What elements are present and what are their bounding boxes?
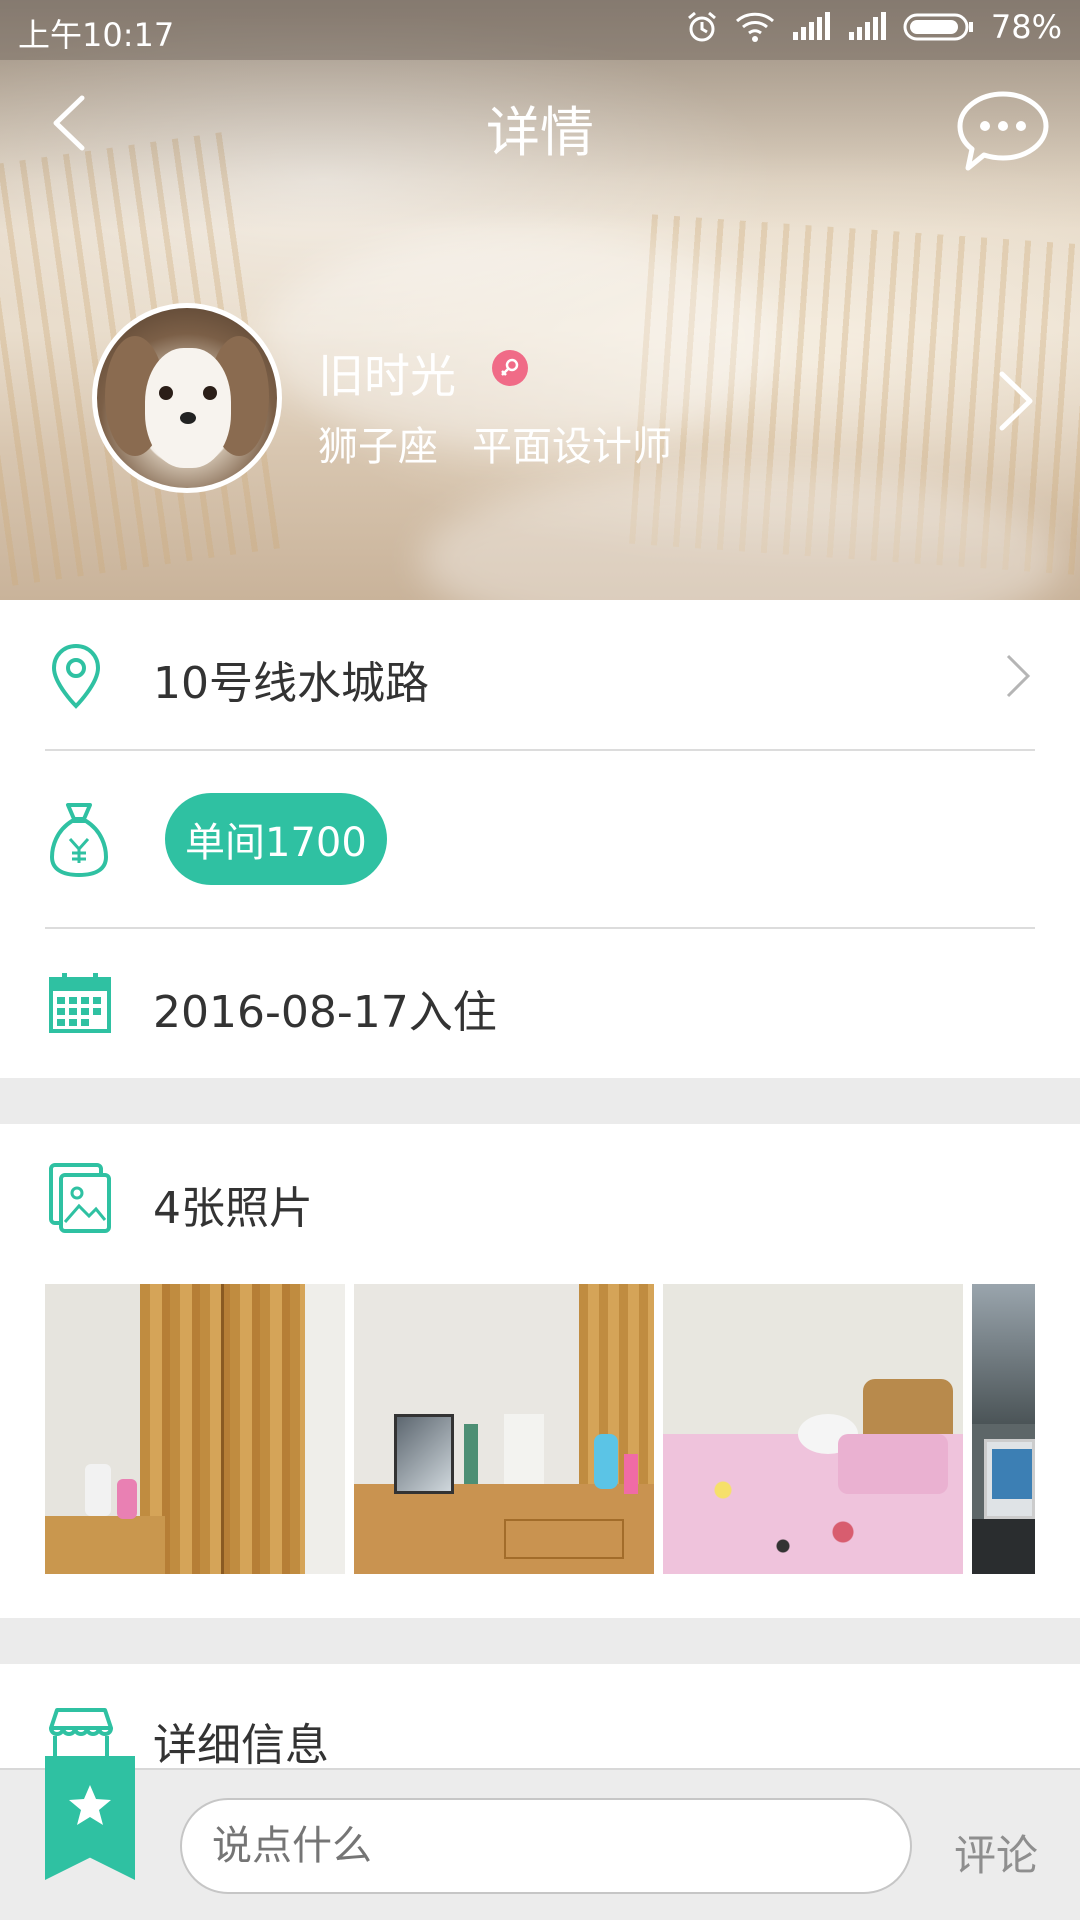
signal-icon (848, 12, 886, 40)
calendar-icon (49, 973, 111, 1033)
photo-item (624, 1454, 638, 1494)
money-bag-icon (49, 803, 109, 878)
avatar[interactable] (92, 303, 282, 493)
photo-album-icon (49, 1163, 111, 1233)
photos-card: 4张照片 (0, 1124, 1080, 1618)
nav-bar: 详情 (0, 60, 1080, 180)
photo-desk (972, 1519, 1035, 1574)
profile-cover: 上午10:17 78% 详情 旧时光 狮子座 平面设计师 (0, 0, 1080, 600)
comment-send-button[interactable]: 评论 (954, 1822, 1038, 1883)
price-tag: 单间1700 (165, 793, 387, 885)
photos-title: 4张照片 (153, 1183, 313, 1234)
location-pin-icon (51, 643, 101, 709)
status-icons: 78% (685, 8, 1062, 46)
photo-thumbnail[interactable] (45, 1284, 345, 1574)
photo-item (85, 1464, 111, 1516)
photo-wardrobe-seam (221, 1284, 224, 1574)
photo-headboard (863, 1379, 953, 1439)
profile-link[interactable] (992, 366, 1042, 436)
photo-thumbnail[interactable] (972, 1284, 1035, 1574)
comment-bar: 评论 (0, 1768, 1080, 1920)
chat-bubble-icon (957, 91, 1049, 171)
avatar-face (145, 348, 231, 468)
photo-window (972, 1284, 1035, 1424)
battery-icon (903, 13, 973, 41)
photo-pillow (838, 1434, 948, 1494)
details-title: 详细信息 (153, 1720, 329, 1771)
page-title: 详情 (486, 101, 594, 164)
alarm-icon (687, 11, 716, 42)
signal-icon (792, 12, 830, 40)
photo-item (504, 1414, 544, 1484)
photo-item (464, 1424, 478, 1484)
avatar-nose (180, 412, 196, 424)
avatar-eye (203, 386, 217, 400)
gender-badge (492, 350, 528, 386)
screen: 上午10:17 78% 详情 旧时光 狮子座 平面设计师 10号线水城路 单间1… (0, 0, 1080, 1920)
price-row (0, 751, 1080, 927)
female-icon (501, 358, 519, 376)
status-time: 上午10:17 (18, 16, 175, 54)
move-in-date: 2016-08-17入住 (153, 987, 497, 1038)
comment-input[interactable] (180, 1798, 912, 1894)
photo-screen (992, 1449, 1032, 1499)
photo-mirror (394, 1414, 454, 1494)
photo-item (117, 1479, 137, 1519)
photo-item (594, 1434, 618, 1489)
wifi-icon (735, 12, 774, 42)
user-meta: 狮子座 平面设计师 (318, 414, 672, 472)
photo-strip[interactable] (45, 1284, 1035, 1574)
photo-wall (305, 1284, 345, 1574)
avatar-eye (159, 386, 173, 400)
info-card: 10号线水城路 单间1700 2016-08-17入住 (0, 600, 1080, 1078)
location-row[interactable]: 10号线水城路 (0, 600, 1080, 750)
chevron-right-icon (1006, 654, 1031, 698)
user-zodiac: 狮子座 (318, 424, 438, 470)
move-in-row: 2016-08-17入住 (0, 929, 1080, 1078)
photo-desk (45, 1516, 165, 1574)
chevron-right-icon (999, 371, 1033, 431)
star-icon (69, 1785, 111, 1825)
location-text: 10号线水城路 (153, 658, 429, 709)
photo-thumbnail[interactable] (354, 1284, 654, 1574)
battery-level: 78% (990, 8, 1062, 46)
photo-drawer (504, 1519, 624, 1559)
photo-thumbnail[interactable] (663, 1284, 963, 1574)
chat-button[interactable] (956, 90, 1050, 172)
user-name[interactable]: 旧时光 (318, 340, 456, 406)
user-occupation: 平面设计师 (472, 424, 672, 470)
status-bar: 上午10:17 78% (0, 0, 1080, 60)
